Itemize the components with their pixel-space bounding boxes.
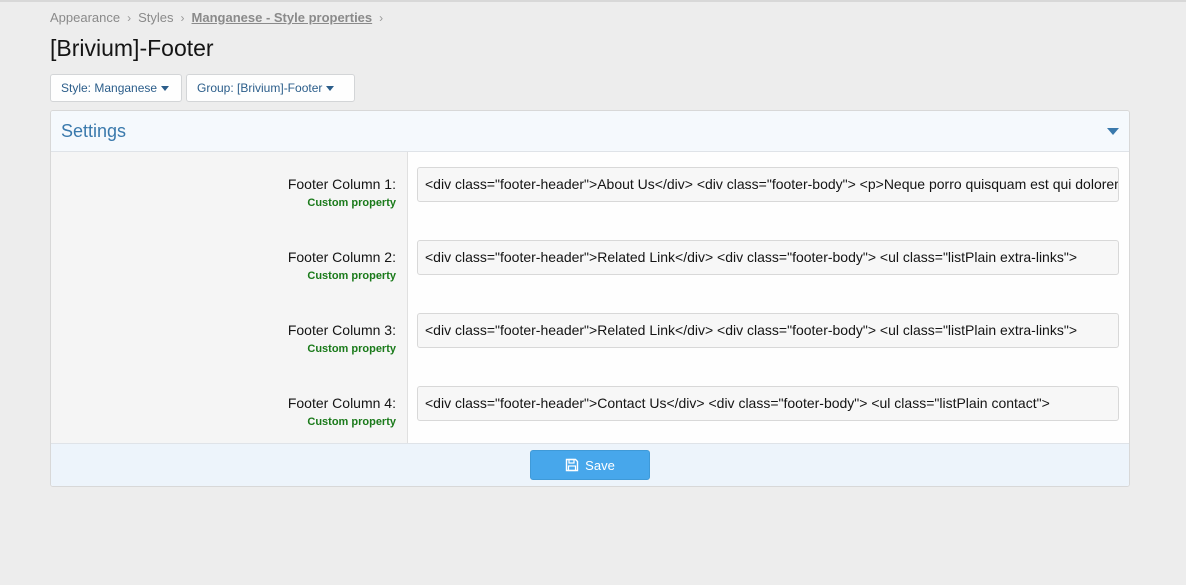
breadcrumb-style-properties[interactable]: Manganese - Style properties <box>192 10 373 25</box>
footer-column-1-input[interactable]: <div class="footer-header">About Us</div… <box>417 167 1119 202</box>
group-filter-label: Group: [Brivium]-Footer <box>197 81 323 95</box>
custom-property-hint: Custom property <box>307 343 396 355</box>
setting-label: Footer Column 1: <box>287 176 396 192</box>
footer-column-3-input[interactable]: <div class="footer-header">Related Link<… <box>417 313 1119 348</box>
breadcrumb: Appearance › Styles › Manganese - Style … <box>50 10 390 25</box>
setting-label: Footer Column 3: <box>287 322 396 338</box>
collapse-toggle-icon[interactable] <box>1107 127 1119 135</box>
footer-column-4-input[interactable]: <div class="footer-header">Contact Us</d… <box>417 386 1119 421</box>
breadcrumb-appearance[interactable]: Appearance <box>50 10 120 25</box>
custom-property-hint: Custom property <box>307 197 396 209</box>
caret-down-icon <box>161 85 170 91</box>
settings-rows: Footer Column 1: Custom property <div cl… <box>51 152 1129 444</box>
custom-property-hint: Custom property <box>307 416 396 428</box>
chevron-right-icon: › <box>379 10 384 25</box>
save-button[interactable]: Save <box>530 450 650 480</box>
floppy-disk-icon <box>565 458 579 472</box>
style-filter-label: Style: Manganese <box>61 81 158 95</box>
settings-header[interactable]: Settings <box>51 111 1129 152</box>
setting-row-footer-column-3: Footer Column 3: Custom property <div cl… <box>51 298 1129 371</box>
setting-row-footer-column-4: Footer Column 4: Custom property <div cl… <box>51 371 1129 444</box>
chevron-right-icon: › <box>180 10 185 25</box>
custom-property-hint: Custom property <box>307 270 396 282</box>
form-submit-row: Save <box>51 443 1129 486</box>
top-border <box>0 0 1186 2</box>
footer-column-2-input[interactable]: <div class="footer-header">Related Link<… <box>417 240 1119 275</box>
setting-row-footer-column-1: Footer Column 1: Custom property <div cl… <box>51 152 1129 225</box>
group-filter-button[interactable]: Group: [Brivium]-Footer <box>186 74 355 102</box>
settings-block: Settings Footer Column 1: Custom propert… <box>50 110 1130 487</box>
chevron-right-icon: › <box>127 10 132 25</box>
setting-label: Footer Column 4: <box>287 395 396 411</box>
page-title: [Brivium]-Footer <box>50 35 214 61</box>
setting-label: Footer Column 2: <box>287 249 396 265</box>
breadcrumb-styles[interactable]: Styles <box>138 10 173 25</box>
save-label: Save <box>585 457 615 473</box>
setting-row-footer-column-2: Footer Column 2: Custom property <div cl… <box>51 225 1129 298</box>
caret-down-icon <box>326 85 335 91</box>
settings-title: Settings <box>61 120 127 141</box>
style-filter-button[interactable]: Style: Manganese <box>50 74 182 102</box>
